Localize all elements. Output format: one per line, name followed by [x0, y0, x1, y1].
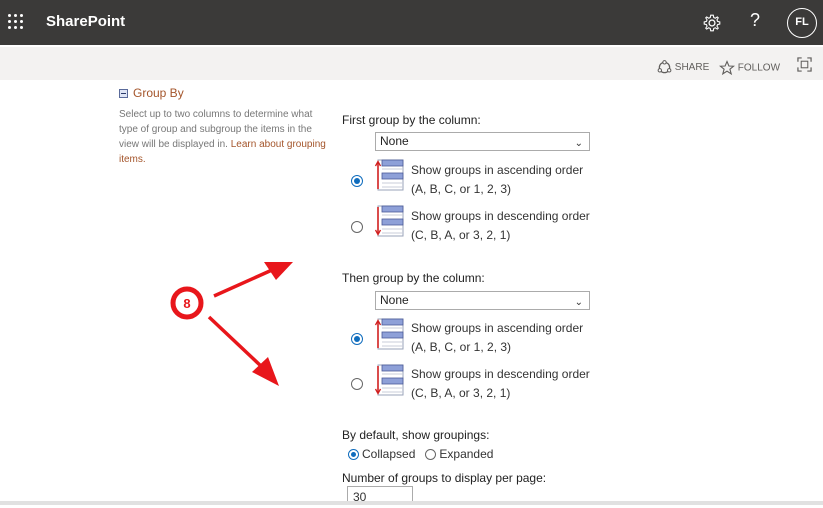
annotation-badge — [170, 286, 204, 320]
annotation-arrow-lower — [207, 315, 279, 386]
annotation-badge-number: 8 — [183, 296, 190, 311]
second-descending-line2: (C, B, A, or 3, 2, 1) — [411, 386, 511, 400]
sort-ascending-icon — [374, 159, 404, 191]
expanded-label[interactable]: Expanded — [439, 447, 493, 461]
section-title: Group By — [133, 86, 184, 100]
groups-per-page-label: Number of groups to display per page: — [342, 471, 547, 485]
help-icon[interactable]: ? — [750, 10, 760, 31]
first-descending-line2: (C, B, A, or 3, 2, 1) — [411, 228, 511, 242]
first-ascending-option[interactable]: Show groups in ascending order (A, B, C,… — [411, 161, 583, 199]
app-title[interactable]: SharePoint — [46, 13, 125, 30]
share-icon — [657, 60, 672, 74]
annotation-arrow-upper — [213, 262, 293, 298]
default-groupings-label: By default, show groupings: — [342, 428, 490, 442]
collapsed-label[interactable]: Collapsed — [362, 447, 415, 461]
star-icon — [718, 60, 736, 76]
collapsed-radio[interactable] — [348, 449, 359, 461]
share-button[interactable]: SHARE — [657, 60, 709, 75]
first-ascending-line2: (A, B, C, or 1, 2, 3) — [411, 182, 512, 196]
section-description: Select up to two columns to determine wh… — [119, 107, 334, 167]
first-ascending-radio[interactable] — [351, 175, 363, 187]
first-descending-line1: Show groups in descending order — [411, 209, 590, 223]
first-group-selected: None — [380, 134, 409, 148]
first-ascending-line1: Show groups in ascending order — [411, 163, 584, 177]
gear-icon[interactable] — [701, 12, 723, 34]
second-descending-radio[interactable] — [351, 378, 363, 390]
first-descending-option[interactable]: Show groups in descending order (C, B, A… — [411, 207, 590, 245]
second-group-selected: None — [380, 293, 409, 307]
second-ascending-radio[interactable] — [351, 333, 363, 345]
first-group-label: First group by the column: — [342, 113, 481, 127]
second-group-label: Then group by the column: — [342, 271, 485, 285]
share-label: SHARE — [674, 62, 710, 74]
command-bar: SHARE FOLLOW — [0, 47, 823, 80]
suite-header: SharePoint ? FL — [0, 0, 823, 45]
second-group-select[interactable]: None ⌄ — [375, 291, 590, 310]
first-descending-radio[interactable] — [351, 221, 363, 233]
sort-descending-icon — [374, 364, 404, 396]
waffle-icon[interactable] — [8, 14, 24, 30]
focus-mode-icon[interactable] — [797, 57, 812, 72]
chevron-down-icon: ⌄ — [574, 297, 583, 308]
second-ascending-option[interactable]: Show groups in ascending order (A, B, C,… — [411, 319, 583, 357]
first-group-select[interactable]: None ⌄ — [375, 132, 590, 151]
second-ascending-line2: (A, B, C, or 1, 2, 3) — [411, 340, 512, 354]
follow-button[interactable]: FOLLOW — [718, 60, 781, 76]
sort-descending-icon — [374, 205, 404, 237]
horizontal-scrollbar[interactable] — [0, 501, 823, 505]
second-descending-option[interactable]: Show groups in descending order (C, B, A… — [411, 365, 590, 403]
avatar[interactable]: FL — [787, 8, 817, 38]
group-by-section-toggle[interactable]: Group By — [119, 86, 184, 100]
collapse-icon — [119, 89, 128, 99]
expanded-radio[interactable] — [425, 449, 437, 461]
chevron-down-icon: ⌄ — [574, 138, 583, 149]
sort-ascending-icon — [374, 318, 404, 350]
follow-label: FOLLOW — [737, 62, 781, 74]
default-groupings-options: Collapsed Expanded — [348, 447, 493, 461]
second-descending-line1: Show groups in descending order — [411, 367, 590, 381]
second-ascending-line1: Show groups in ascending order — [411, 321, 584, 335]
